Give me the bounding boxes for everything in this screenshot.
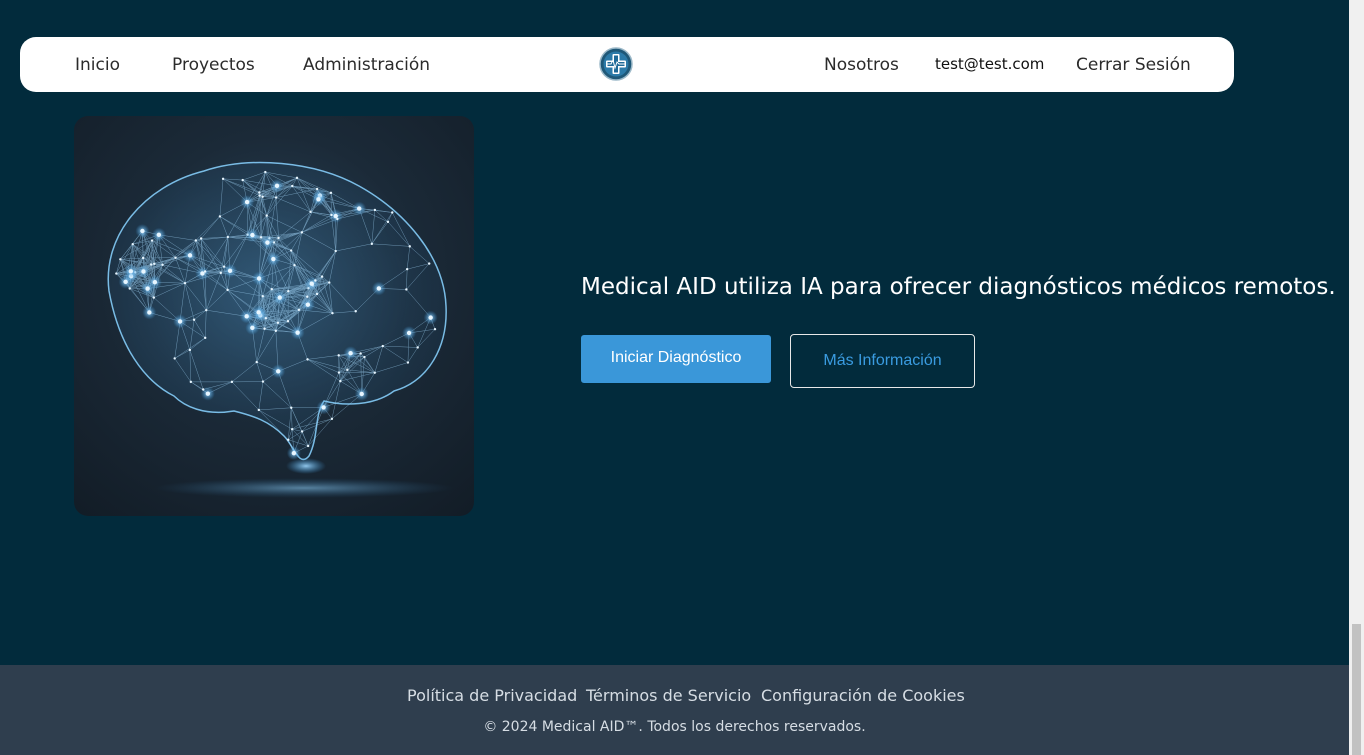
- nav-link-administracion[interactable]: Administración: [303, 37, 430, 92]
- hero-headline: Medical AID utiliza IA para ofrecer diag…: [581, 274, 1336, 300]
- more-info-button[interactable]: Más Información: [790, 334, 975, 388]
- footer-link-privacy[interactable]: Política de Privacidad: [407, 686, 577, 705]
- start-diagnosis-button[interactable]: Iniciar Diagnóstico: [581, 335, 771, 383]
- nav-link-inicio[interactable]: Inicio: [75, 37, 120, 92]
- footer-link-terms[interactable]: Términos de Servicio: [586, 686, 751, 705]
- hero-brain-image: [74, 116, 474, 516]
- footer-copyright: © 2024 Medical AID™. Todos los derechos …: [483, 719, 866, 735]
- nav-link-proyectos[interactable]: Proyectos: [172, 37, 255, 92]
- footer: Política de Privacidad Términos de Servi…: [0, 665, 1349, 755]
- page: Inicio Proyectos Administración Nosotros…: [0, 0, 1364, 755]
- user-email: test@test.com: [935, 55, 1045, 73]
- medical-cross-logo-icon[interactable]: [599, 47, 633, 81]
- footer-link-cookies[interactable]: Configuración de Cookies: [761, 686, 965, 705]
- navbar: Inicio Proyectos Administración Nosotros…: [20, 37, 1234, 92]
- scrollbar-thumb[interactable]: [1352, 624, 1361, 755]
- nav-link-nosotros[interactable]: Nosotros: [824, 37, 899, 92]
- logout-link[interactable]: Cerrar Sesión: [1076, 37, 1191, 92]
- vertical-scrollbar[interactable]: [1349, 0, 1364, 755]
